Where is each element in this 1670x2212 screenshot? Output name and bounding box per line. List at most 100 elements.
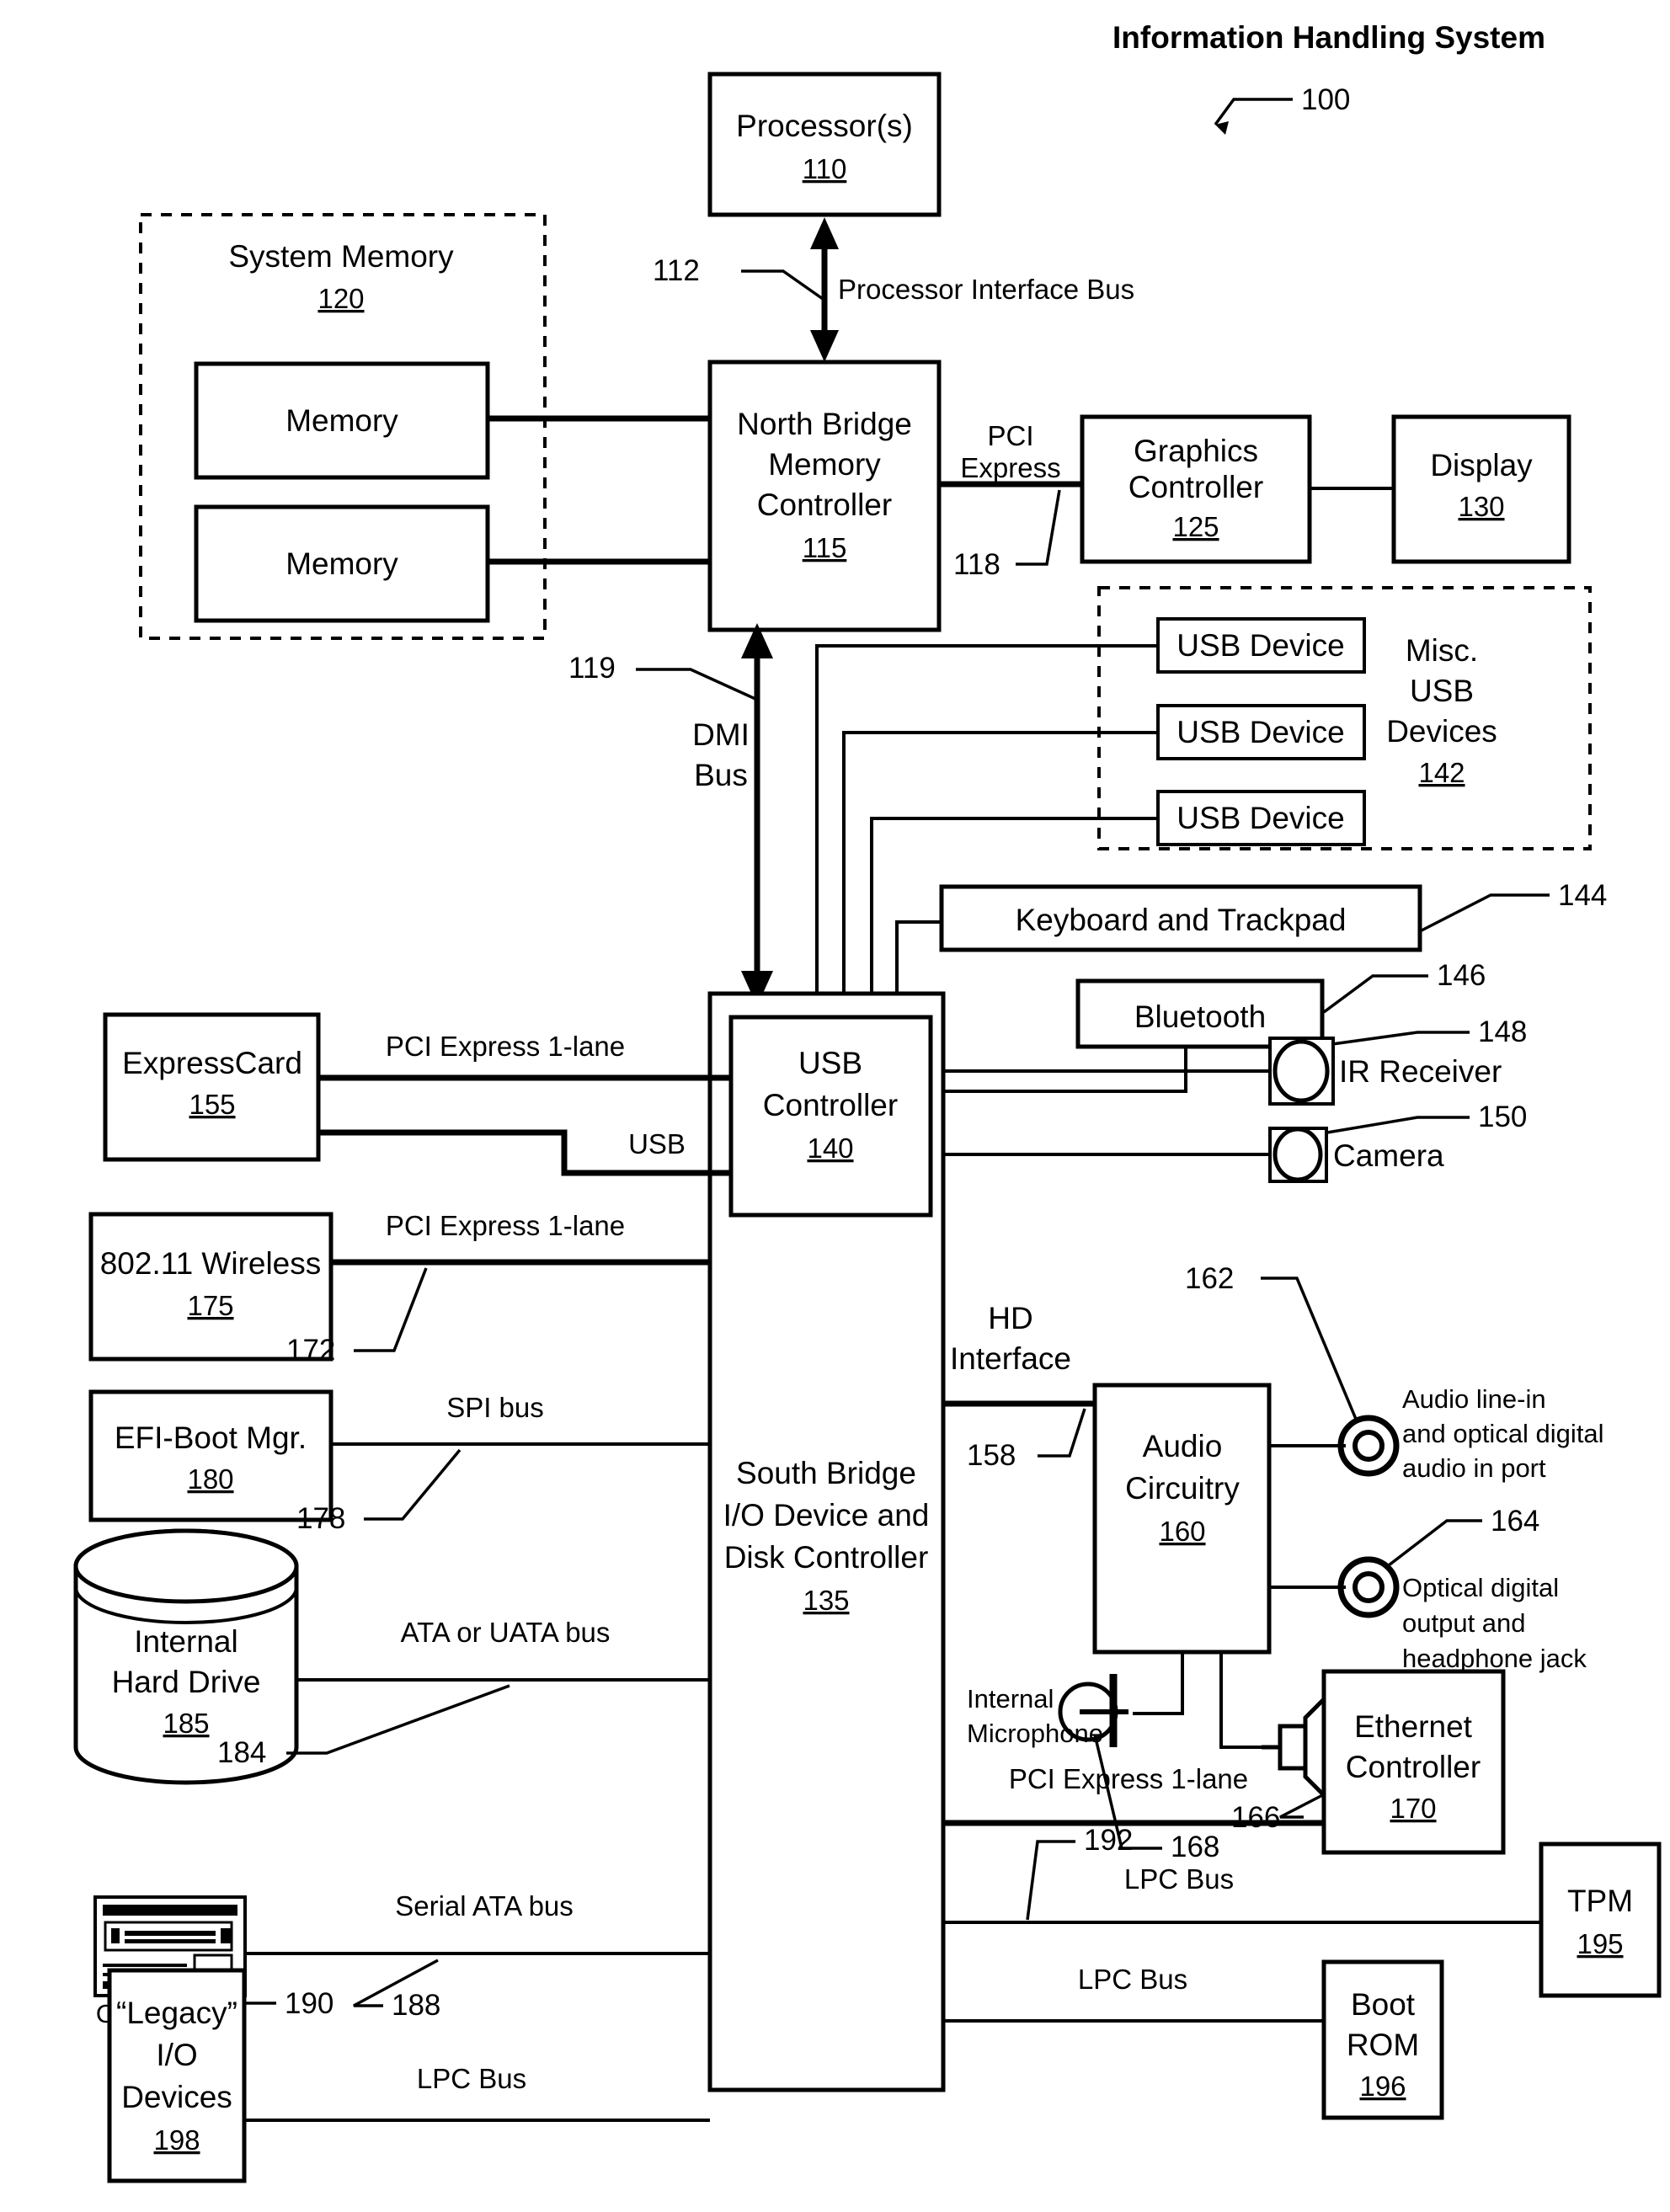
ethernet-controller-line2: Controller [1346, 1750, 1481, 1784]
figure-title: Information Handling System [1112, 20, 1545, 55]
usb-controller-line1: USB [798, 1046, 862, 1080]
figure-title-ref: 100 [1301, 83, 1350, 116]
dmi-bus-line1: DMI [692, 717, 750, 752]
wireless-ref: 175 [187, 1290, 233, 1321]
misc-usb-line3: Devices [1386, 714, 1497, 749]
efi-boot-mgr-label: EFI-Boot Mgr. [115, 1420, 307, 1455]
patent-figure-canvas: Information Handling System 100 Processo… [0, 0, 1670, 2212]
camera-label: Camera [1333, 1138, 1444, 1173]
optical-digital-out-line3: headphone jack [1402, 1644, 1587, 1673]
bus-ref-178: 178 [296, 1502, 345, 1535]
bus-ref-119: 119 [568, 652, 616, 685]
lpc-legacy-label: LPC Bus [417, 2063, 526, 2094]
processor-interface-bus-label: Processor Interface Bus [838, 274, 1134, 305]
ref-190: 190 [285, 1987, 333, 2020]
legacy-io-line3: Devices [121, 2080, 232, 2114]
optical-digital-out-line1: Optical digital [1402, 1573, 1559, 1602]
legacy-io-line1: “Legacy” [116, 1996, 237, 2030]
memory-label-2: Memory [285, 546, 398, 581]
bus-ref-118: 118 [953, 548, 1000, 581]
misc-usb-line2: USB [1410, 674, 1474, 708]
internal-microphone-line2: Microphone [967, 1719, 1103, 1748]
serial-ata-bus-label: Serial ATA bus [395, 1890, 574, 1922]
pcie-1lane-expresscard-label: PCI Express 1-lane [386, 1031, 625, 1062]
processor-ref: 110 [803, 153, 847, 184]
ref-166: 166 [1231, 1801, 1280, 1834]
system-memory-label: System Memory [228, 239, 454, 274]
ref-162: 162 [1185, 1262, 1234, 1295]
display-label: Display [1430, 448, 1533, 482]
optical-digital-jack-inner [1353, 1571, 1385, 1603]
bus-ref-158: 158 [967, 1439, 1016, 1472]
south-bridge-ref: 135 [803, 1585, 849, 1616]
bus-ref-112: 112 [653, 254, 700, 287]
audio-line-in-line2: and optical digital [1402, 1419, 1604, 1448]
expresscard-ref: 155 [189, 1089, 235, 1120]
south-bridge-line2: I/O Device and [723, 1498, 930, 1532]
misc-usb-ref: 142 [1418, 757, 1465, 788]
lpc-tpm-label: LPC Bus [1124, 1863, 1234, 1895]
audio-circuitry-line2: Circuitry [1125, 1471, 1240, 1506]
north-bridge-line1: North Bridge [737, 407, 912, 441]
usb-device-label-1: USB Device [1176, 628, 1344, 663]
keyboard-trackpad-label: Keyboard and Trackpad [1016, 903, 1347, 937]
ir-receiver-box [1268, 1037, 1335, 1106]
pci-express-line2: Express [960, 452, 1060, 483]
usb-device-label-2: USB Device [1176, 715, 1344, 749]
tpm-label: TPM [1567, 1884, 1633, 1918]
bluetooth-label: Bluetooth [1134, 999, 1266, 1034]
south-bridge-line3: Disk Controller [724, 1540, 929, 1575]
hard-drive-top-ellipse [73, 1528, 299, 1604]
graphics-controller-line1: Graphics [1134, 434, 1258, 468]
efi-boot-mgr-ref: 180 [187, 1463, 233, 1495]
wireless-label: 802.11 Wireless [100, 1246, 322, 1281]
boot-rom-ref: 196 [1359, 2071, 1406, 2102]
tpm-ref: 195 [1577, 1928, 1623, 1959]
bus-ref-184: 184 [217, 1736, 266, 1769]
memory-label-1: Memory [285, 403, 398, 438]
legacy-io-line2: I/O [156, 2038, 197, 2072]
pci-express-line1: PCI [987, 420, 1033, 451]
usb-device-label-3: USB Device [1176, 801, 1344, 835]
bus-ref-172: 172 [286, 1334, 335, 1367]
bus-ref-192: 192 [1084, 1824, 1133, 1857]
ref-146: 146 [1437, 959, 1486, 992]
ethernet-controller-ref: 170 [1390, 1793, 1436, 1824]
south-bridge-line1: South Bridge [736, 1456, 916, 1490]
ethernet-controller-line1: Ethernet [1354, 1709, 1473, 1744]
pcie-1lane-ethernet-label: PCI Express 1-lane [1009, 1763, 1248, 1794]
optical-digital-jack-icon [1337, 1556, 1400, 1618]
system-memory-ref: 120 [317, 283, 364, 314]
north-bridge-line3: Controller [757, 488, 892, 522]
graphics-controller-line2: Controller [1128, 470, 1263, 504]
ref-164: 164 [1491, 1505, 1539, 1538]
tpm-box [1539, 1842, 1662, 1998]
camera-box [1268, 1127, 1328, 1183]
spi-bus-label: SPI bus [446, 1392, 544, 1423]
boot-rom-line1: Boot [1351, 1987, 1416, 2022]
ata-uata-bus-label: ATA or UATA bus [401, 1617, 611, 1648]
internal-hard-drive-ref: 185 [163, 1708, 209, 1739]
boot-rom-line2: ROM [1347, 2028, 1419, 2062]
usb-expresscard-label: USB [628, 1128, 686, 1159]
dmi-bus-line2: Bus [694, 758, 748, 792]
ir-receiver-label: IR Receiver [1339, 1054, 1502, 1089]
hd-interface-line2: Interface [950, 1341, 1071, 1376]
ref-168: 168 [1171, 1831, 1219, 1863]
usb-controller-line2: Controller [763, 1088, 898, 1122]
display-ref: 130 [1458, 491, 1504, 522]
internal-hard-drive-line2: Hard Drive [112, 1665, 261, 1699]
north-bridge-ref: 115 [803, 532, 847, 563]
processor-box [707, 72, 942, 217]
expresscard-box [103, 1012, 321, 1162]
efi-boot-mgr-box [88, 1389, 333, 1522]
hd-interface-line1: HD [988, 1301, 1032, 1335]
graphics-controller-ref: 125 [1172, 511, 1219, 542]
audio-line-in-jack-inner [1353, 1430, 1385, 1462]
north-bridge-line2: Memory [768, 447, 881, 482]
display-box [1391, 414, 1571, 564]
audio-circuitry-line1: Audio [1143, 1429, 1223, 1463]
usb-controller-ref: 140 [807, 1133, 853, 1164]
internal-hard-drive-line1: Internal [134, 1624, 237, 1659]
ref-148: 148 [1478, 1015, 1527, 1048]
